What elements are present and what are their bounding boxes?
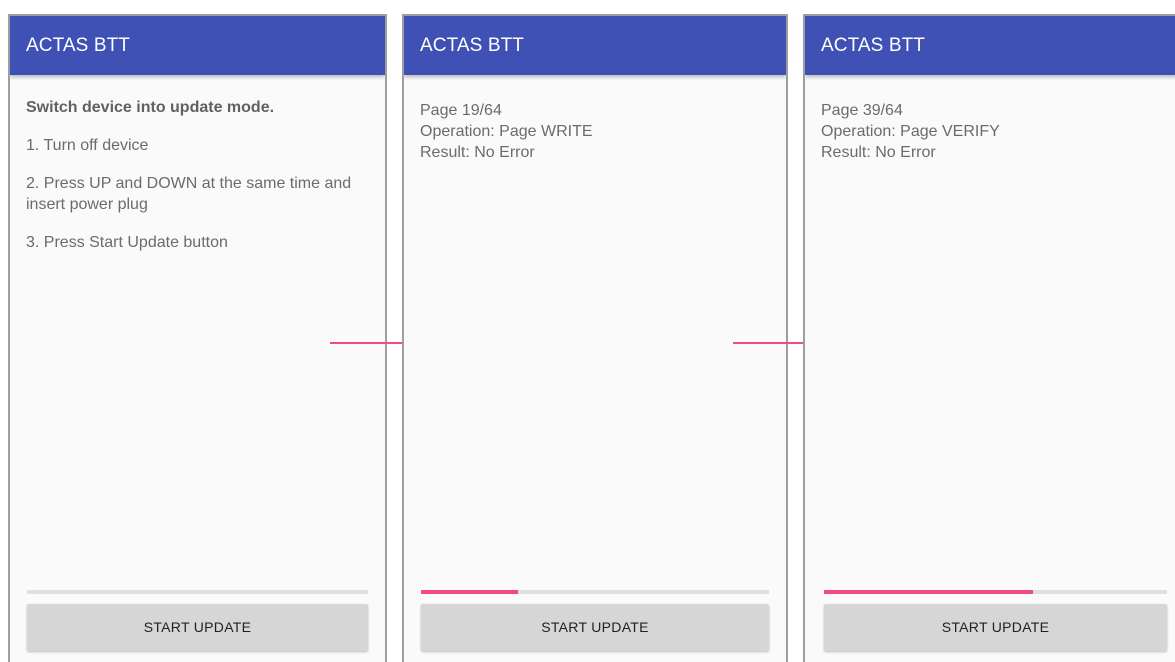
start-update-button[interactable]: START UPDATE xyxy=(824,604,1167,651)
page-counter: Page 19/64 xyxy=(420,102,502,119)
progress-bar xyxy=(824,590,1167,594)
progress-bar xyxy=(27,590,368,594)
progress-fill xyxy=(421,590,519,594)
screen-write-progress: ACTAS BTT Page 19/64 Operation: Page WRI… xyxy=(402,14,788,662)
app-bar: ACTAS BTT xyxy=(805,16,1175,75)
status-panel: Page 39/64 Operation: Page VERIFY Result… xyxy=(821,100,1165,163)
instruction-step-3: 3. Press Start Update button xyxy=(26,234,228,251)
progress-fill xyxy=(824,590,1034,594)
app-bar: ACTAS BTT xyxy=(10,16,385,75)
app-bar: ACTAS BTT xyxy=(404,16,786,75)
operation-label: Operation: Page VERIFY xyxy=(821,123,1000,140)
instructions-panel: Switch device into update mode. 1. Turn … xyxy=(26,97,373,270)
status-panel: Page 19/64 Operation: Page WRITE Result:… xyxy=(420,100,774,163)
instruction-step-1: 1. Turn off device xyxy=(26,137,149,154)
start-update-button[interactable]: START UPDATE xyxy=(27,604,368,651)
page-counter: Page 39/64 xyxy=(821,102,903,119)
result-label: Result: No Error xyxy=(821,144,936,161)
instructions-heading: Switch device into update mode. xyxy=(26,99,275,116)
app-title: ACTAS BTT xyxy=(420,35,524,56)
screen-verify-progress: ACTAS BTT Page 39/64 Operation: Page VER… xyxy=(803,14,1175,662)
operation-label: Operation: Page WRITE xyxy=(420,123,593,140)
app-title: ACTAS BTT xyxy=(821,35,925,56)
app-title: ACTAS BTT xyxy=(26,35,130,56)
start-update-button[interactable]: START UPDATE xyxy=(421,604,769,651)
instruction-step-2: 2. Press UP and DOWN at the same time an… xyxy=(26,175,352,213)
screenshot-sequence: ACTAS BTT Switch device into update mode… xyxy=(0,0,1175,662)
progress-bar xyxy=(421,590,769,594)
result-label: Result: No Error xyxy=(420,144,535,161)
